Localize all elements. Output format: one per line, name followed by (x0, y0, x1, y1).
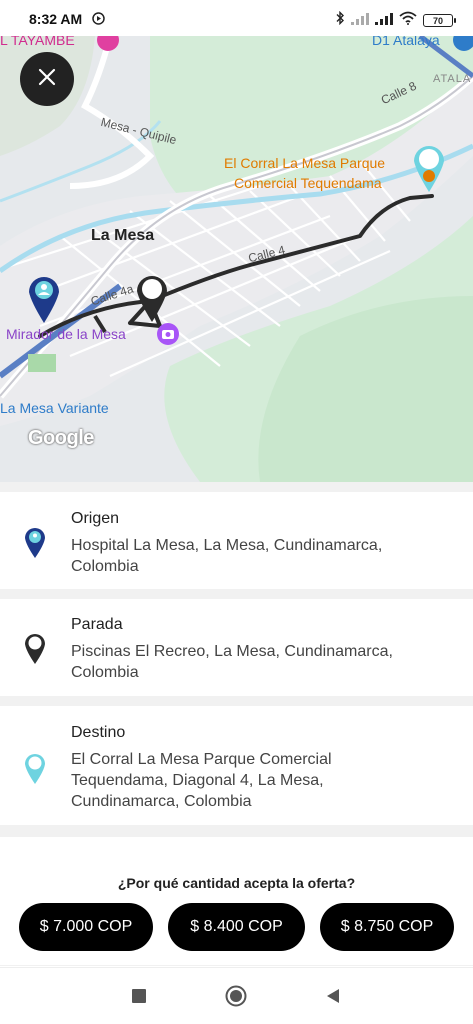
signal-icon (351, 12, 369, 30)
offer-button-3[interactable]: $ 8.750 COP (320, 903, 454, 951)
map-label-mirador: Mirador de la Mesa (6, 326, 126, 342)
battery-icon: 70 (423, 14, 456, 27)
wifi-icon (399, 11, 417, 30)
stop-card-origin[interactable]: Origen Hospital La Mesa, La Mesa, Cundin… (0, 492, 473, 589)
stop-card-destination[interactable]: Destino El Corral La Mesa Parque Comerci… (0, 706, 473, 825)
origin-pin-icon (24, 527, 46, 564)
status-bar: 8:32 AM 70 (0, 0, 473, 36)
map-label-tayambe: L TAYAMBE (0, 36, 75, 48)
status-time: 8:32 AM (29, 11, 83, 27)
map-label-el-corral-1: El Corral La Mesa Parque (224, 155, 386, 171)
map-label-atalaya: ATALA (433, 73, 472, 85)
recents-icon[interactable] (131, 988, 147, 1009)
system-nav-bar (0, 967, 473, 1024)
status-icons: 70 (335, 10, 456, 30)
offer-section: ¿Por qué cantidad acepta la oferta? $ 7.… (0, 837, 473, 965)
google-logo: Google (28, 427, 94, 449)
stop-pin-icon (24, 633, 46, 670)
media-play-icon (92, 12, 105, 30)
battery-level: 70 (432, 15, 443, 26)
close-button[interactable] (20, 52, 74, 106)
stop-title: Destino (71, 724, 126, 741)
back-icon[interactable] (325, 988, 341, 1009)
offer-button-2[interactable]: $ 8.400 COP (168, 903, 305, 951)
stop-title: Origen (71, 510, 120, 527)
offer-question: ¿Por qué cantidad acepta la oferta? (117, 875, 356, 891)
offer-button-1[interactable]: $ 7.000 COP (19, 903, 153, 951)
stop-address: Hospital La Mesa, La Mesa, Cundinamarca,… (71, 537, 383, 575)
stop-card-stop[interactable]: Parada Piscinas El Recreo, La Mesa, Cund… (0, 599, 473, 696)
stop-address: El Corral La Mesa Parque Comercial Teque… (71, 751, 332, 810)
stop-address: Piscinas El Recreo, La Mesa, Cundinamarc… (71, 643, 393, 681)
map-label-la-mesa: La Mesa (91, 227, 155, 244)
map-label-d1: D1 Atalaya (372, 36, 440, 48)
map-label-el-corral-2: Comercial Tequendama (234, 175, 382, 191)
signal-icon (375, 12, 393, 30)
map-label-variante: La Mesa Variante (0, 400, 109, 416)
stop-title: Parada (71, 616, 123, 633)
bluetooth-icon (335, 10, 345, 30)
close-icon (37, 67, 57, 92)
home-icon[interactable] (225, 985, 247, 1012)
route-map[interactable]: L TAYAMBE D1 Atalaya ATALA Mesa - Quipil… (0, 36, 473, 482)
destination-pin-icon (24, 753, 46, 790)
